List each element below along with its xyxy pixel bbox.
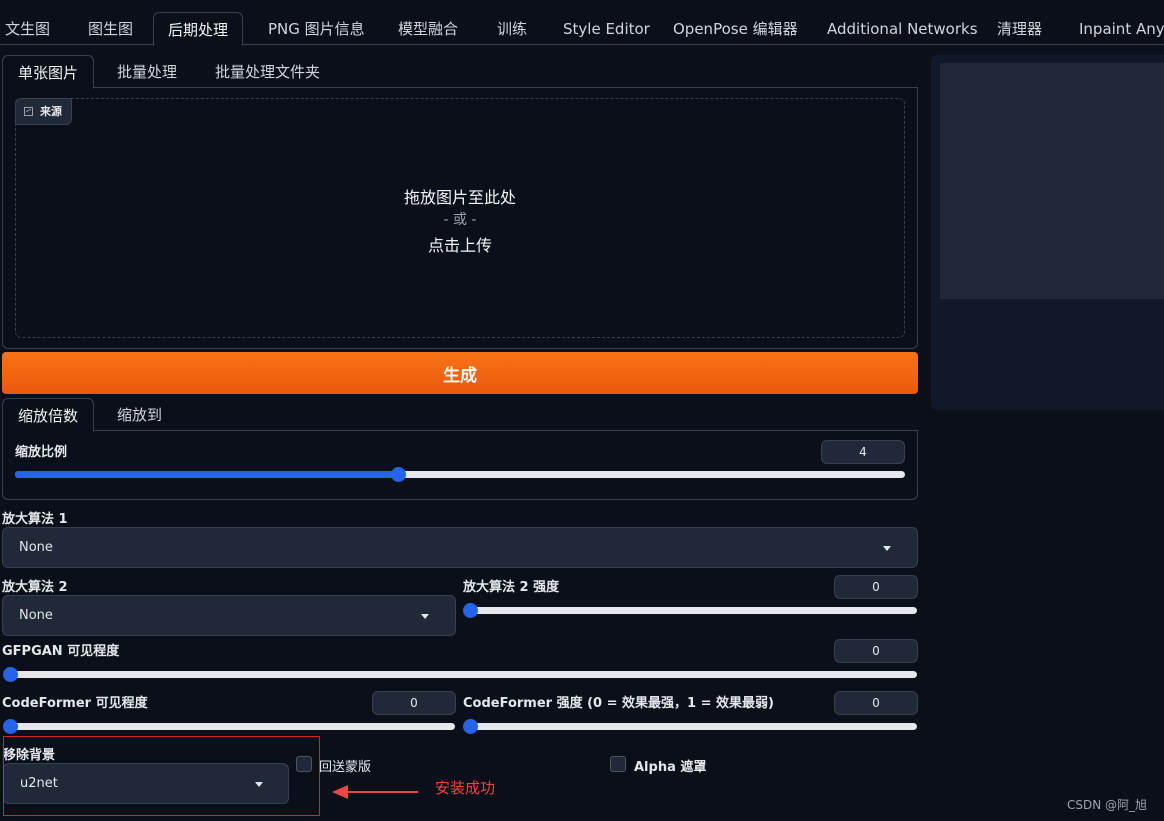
annotation-highlight-box [3,736,320,816]
tab-extras[interactable]: 后期处理 [153,12,244,46]
source-label-text: 来源 [40,105,62,118]
annotation-arrow-line [346,791,418,793]
click-upload-text[interactable]: 点击上传 [15,232,905,256]
tab-additional-networks[interactable]: Additional Networks [827,12,978,45]
codeformer-visibility-input[interactable] [372,691,456,715]
tab-cleaner[interactable]: 清理器 [997,12,1042,45]
chevron-down-icon [883,546,891,551]
upscaler2-strength-label: 放大算法 2 强度 [463,580,560,595]
upscaler2-strength-slider[interactable] [463,603,917,618]
upscaler2-strength-input[interactable] [834,575,918,599]
upscaler2-label: 放大算法 2 [2,580,68,595]
scale-by-panel [2,431,918,500]
codeformer-visibility-slider[interactable] [3,719,455,734]
extras-mode-tab-bar: 单张图片 批量处理 批量处理文件夹 [2,55,918,89]
resize-slider[interactable] [15,467,905,482]
codeformer-weight-slider[interactable] [463,719,917,734]
tab-style-editor[interactable]: Style Editor [563,12,650,45]
tab-openpose-editor[interactable]: OpenPose 编辑器 [673,12,798,45]
codeformer-weight-input[interactable] [834,691,918,715]
codeformer-weight-thumb[interactable] [463,719,478,734]
gfpgan-thumb[interactable] [3,667,18,682]
codeformer-weight-label: CodeFormer 强度 (0 = 效果最强，1 = 效果最弱) [463,696,774,711]
tab-scale-to[interactable]: 缩放到 [117,398,162,431]
upscaler2-select[interactable]: None [2,595,456,636]
gfpgan-slider[interactable] [3,667,917,682]
resize-slider-fill [15,471,398,478]
upscaler1-value: None [19,540,53,555]
tab-single-image[interactable]: 单张图片 [2,55,95,89]
gfpgan-input[interactable] [834,639,918,663]
or-text: - 或 - [443,212,477,228]
tab-batch-from-directory[interactable]: 批量处理文件夹 [215,55,320,88]
drop-image-text: 拖放图片至此处 [403,188,516,207]
alpha-matting-checkbox[interactable] [610,756,626,772]
upscaler2-value: None [19,608,53,623]
source-label: 来源 [15,98,72,125]
upscaler2-strength-thumb[interactable] [463,603,478,618]
image-icon [24,107,33,116]
upscaler1-label: 放大算法 1 [2,512,68,527]
tab-train[interactable]: 训练 [497,12,527,45]
alpha-matting-label: Alpha 遮罩 [634,760,707,775]
tab-png-info[interactable]: PNG 图片信息 [268,12,365,45]
resize-slider-thumb[interactable] [390,467,406,482]
tab-batch-process[interactable]: 批量处理 [117,55,177,88]
codeformer-visibility-thumb[interactable] [3,719,18,734]
chevron-down-icon [421,614,429,619]
tab-inpaint-anything[interactable]: Inpaint Anyth [1079,12,1164,45]
tab-txt2img[interactable]: 文生图 [5,12,50,45]
annotation-text: 安装成功 [435,779,496,797]
upscaler1-select[interactable]: None [2,527,918,568]
codeformer-visibility-label: CodeFormer 可见程度 [2,696,148,711]
tab-img2img[interactable]: 图生图 [88,12,133,45]
resize-label: 缩放比例 [15,445,68,460]
output-image-preview [940,63,1164,299]
main-tab-bar: 文生图 图生图 后期处理 PNG 图片信息 模型融合 训练 Style Edit… [0,12,1164,46]
resize-number-input[interactable] [821,440,905,464]
return-mask-label: 回送蒙版 [319,760,372,775]
gfpgan-label: GFPGAN 可见程度 [2,644,120,659]
tab-checkpoint-merger[interactable]: 模型融合 [398,12,458,45]
generate-button[interactable]: 生成 [2,352,918,394]
resize-mode-tab-bar: 缩放倍数 缩放到 [2,398,918,432]
tab-scale-by[interactable]: 缩放倍数 [2,398,95,432]
watermark: CSDN @阿_旭 [1067,798,1148,812]
